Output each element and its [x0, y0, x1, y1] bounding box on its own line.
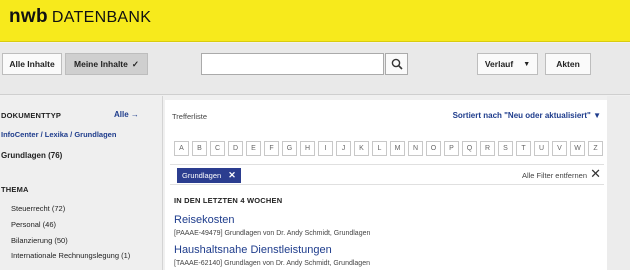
doctype-heading: DOKUMENTTYP [1, 111, 62, 120]
letter-button[interactable]: I [318, 141, 333, 156]
brand-logo[interactable]: nwb DATENBANK [9, 6, 151, 28]
history-dropdown[interactable]: Verlauf ▼ [477, 53, 538, 75]
filter-chip-label: Grundlagen [182, 171, 222, 180]
thema-item[interactable]: Bilanzierung (50) [11, 236, 68, 245]
thema-item[interactable]: Internationale Rechnungslegung (1) [11, 251, 130, 260]
letter-button[interactable]: C [210, 141, 225, 156]
letter-button[interactable]: V [552, 141, 567, 156]
doctype-path-link[interactable]: InfoCenter / Lexika / Grundlagen [1, 130, 116, 139]
search-icon [391, 58, 403, 70]
letter-button[interactable]: U [534, 141, 549, 156]
letter-button[interactable]: W [570, 141, 585, 156]
chevron-down-icon: ▼ [523, 60, 531, 68]
letter-button[interactable]: Z [588, 141, 603, 156]
all-contents-button[interactable]: Alle Inhalte [2, 53, 62, 75]
letter-button[interactable]: N [408, 141, 423, 156]
letter-button[interactable]: K [354, 141, 369, 156]
check-icon: ✓ [131, 58, 139, 69]
search-button[interactable] [385, 53, 408, 75]
thema-heading: THEMA [1, 185, 29, 194]
scrollbar-track[interactable] [607, 96, 630, 270]
close-icon[interactable]: ✕ [590, 166, 601, 182]
letter-button[interactable]: D [228, 141, 243, 156]
letter-button[interactable]: P [444, 141, 459, 156]
letter-button[interactable]: F [264, 141, 279, 156]
letter-button[interactable]: E [246, 141, 261, 156]
letter-button[interactable]: A [174, 141, 189, 156]
letter-button[interactable]: R [480, 141, 495, 156]
thema-item[interactable]: Personal (46) [11, 220, 56, 229]
result-meta: [TAAAE-62140] Grundlagen von Dr. Andy Sc… [174, 260, 370, 267]
search-input[interactable] [201, 53, 384, 75]
remove-all-filters-link[interactable]: Alle Filter entfernen [522, 171, 587, 180]
letter-button[interactable]: O [426, 141, 441, 156]
letter-button[interactable]: B [192, 141, 207, 156]
doctype-all-link[interactable]: Alle → [114, 110, 139, 119]
alphabet-filter: A B C D E F G H I J K L M N O P Q R S T … [174, 141, 603, 156]
letter-button[interactable]: Q [462, 141, 477, 156]
letter-button[interactable]: T [516, 141, 531, 156]
letter-button[interactable]: G [282, 141, 297, 156]
letter-button[interactable]: L [372, 141, 387, 156]
result-title-link[interactable]: Reisekosten [174, 214, 235, 226]
history-label: Verlauf [484, 59, 514, 69]
close-icon[interactable]: ✕ [228, 170, 236, 181]
section-heading: IN DEN LETZTEN 4 WOCHEN [174, 196, 283, 205]
result-meta: [PAAAE-49479] Grundlagen von Dr. Andy Sc… [174, 230, 371, 237]
result-title-link[interactable]: Haushaltsnahe Dienstleistungen [174, 244, 332, 256]
sort-dropdown[interactable]: Sortiert nach "Neu oder aktualisiert" ▼ [453, 111, 601, 120]
letter-button[interactable]: S [498, 141, 513, 156]
toolbar: Alle Inhalte Meine Inhalte ✓ Verlauf ▼ A… [0, 43, 630, 95]
letter-button[interactable]: M [390, 141, 405, 156]
results-panel: Trefferliste Sortiert nach "Neu oder akt… [165, 100, 607, 270]
results-heading: Trefferliste [172, 112, 208, 121]
filter-sidebar: DOKUMENTTYP Alle → InfoCenter / Lexika /… [0, 96, 163, 270]
app-header: nwb DATENBANK [0, 0, 630, 42]
letter-button[interactable]: H [300, 141, 315, 156]
my-contents-label: Meine Inhalte [74, 59, 128, 69]
filter-chip: Grundlagen ✕ [177, 168, 241, 183]
brand-bold: nwb [9, 6, 48, 27]
brand-rest: DATENBANK [51, 9, 152, 26]
files-button[interactable]: Akten [545, 53, 591, 75]
doctype-selected[interactable]: Grundlagen (76) [1, 151, 62, 160]
active-filter-bar: Grundlagen ✕ Alle Filter entfernen ✕ [170, 164, 604, 185]
my-contents-button[interactable]: Meine Inhalte ✓ [65, 53, 148, 75]
thema-item[interactable]: Steuerrecht (72) [11, 204, 65, 213]
letter-button[interactable]: J [336, 141, 351, 156]
